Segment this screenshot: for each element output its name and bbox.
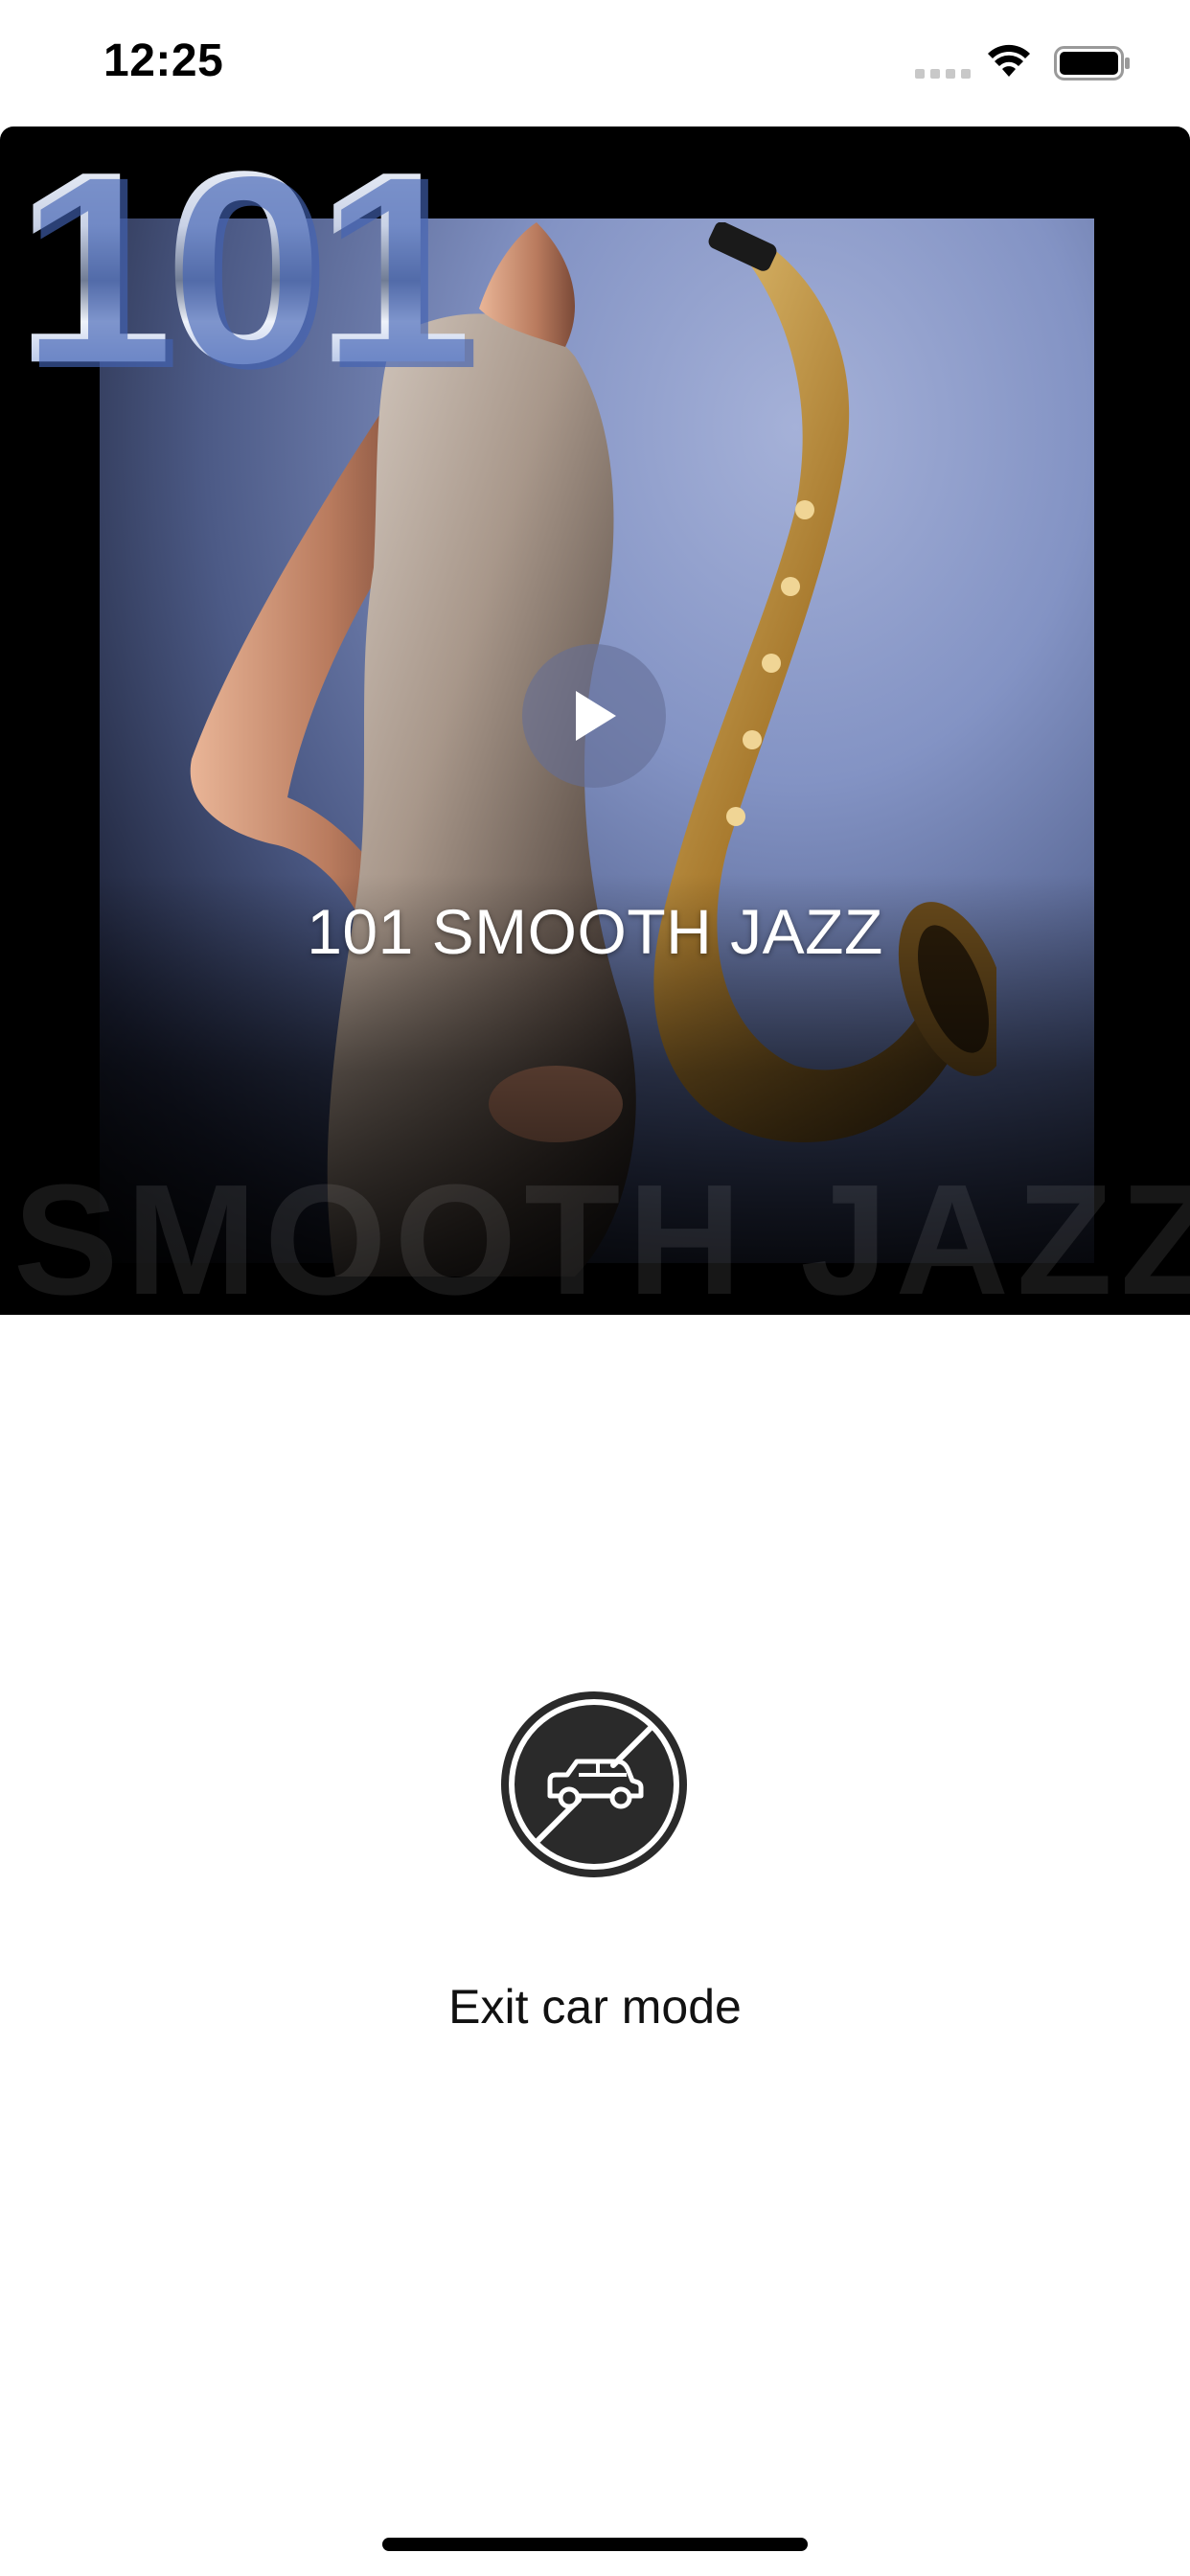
car-off-icon [501, 1691, 687, 1877]
play-button[interactable] [522, 644, 666, 788]
cellular-signal-icon [915, 69, 971, 79]
wifi-icon [988, 44, 1030, 77]
exit-car-mode-button[interactable] [498, 1689, 690, 1880]
status-time: 12:25 [103, 35, 224, 86]
battery-icon [1054, 46, 1130, 80]
station-title: 101 SMOOTH JAZZ [307, 896, 883, 967]
artwork-logo-number: 101 [13, 126, 474, 421]
play-icon [576, 691, 616, 741]
status-bar: 12:25 [0, 0, 1190, 126]
station-artwork: 101 SMOOTH JAZZ 101 SMOOTH JAZZ [0, 126, 1190, 1315]
artwork-watermark-text: SMOOTH JAZZ [13, 1152, 1190, 1316]
home-indicator[interactable] [382, 2538, 808, 2551]
exit-car-mode-label[interactable]: Exit car mode [0, 1979, 1190, 2035]
